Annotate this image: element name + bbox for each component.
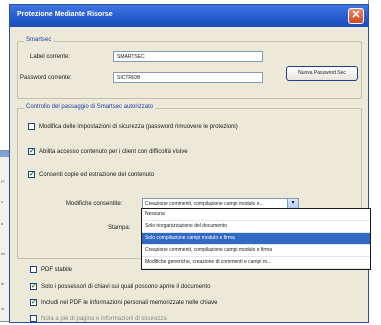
changes-select-value: Creazione commenti, compilazione campi m… — [145, 201, 264, 207]
option-label: Abilita accesso contenuto per i client c… — [39, 148, 188, 155]
option-label: Consenti copie ed estrazione del contenu… — [39, 171, 155, 178]
label-field-label: Label corrente: — [30, 54, 71, 60]
option-label: Modifica delle impostazioni di sicurezza… — [39, 123, 238, 130]
pdf-option[interactable]: ✓ Includi nel PDF le informazioni person… — [30, 299, 217, 306]
option-label: Includi nel PDF le informazioni personal… — [41, 299, 218, 306]
dropdown-option[interactable]: Nessuna — [142, 209, 370, 221]
permission-option[interactable]: ✓ Abilita accesso contenuto per i client… — [28, 148, 188, 155]
checkbox-checked[interactable]: ✓ — [30, 283, 37, 290]
checkbox[interactable] — [28, 123, 35, 130]
option-label: PDF stabile — [41, 266, 73, 273]
dropdown-option[interactable]: Creazione commenti, compilazione campi m… — [142, 245, 370, 257]
pdf-option[interactable]: ✓ Solo i possessori di chiavi sui quali … — [30, 283, 210, 290]
close-button[interactable]: ✕ — [348, 8, 364, 24]
smartsec-group: Smartsec Label corrente: SMARTSEC Passwo… — [17, 37, 362, 99]
new-password-button[interactable]: Nuova Password Sec — [286, 66, 358, 81]
password-label: Password corrente: — [20, 75, 72, 81]
dropdown-option[interactable]: Solo riorganizzazione del documento — [142, 221, 370, 233]
password-input[interactable]: SICTRIDB — [113, 72, 263, 83]
chevron-down-icon[interactable]: ▾ — [287, 199, 298, 208]
option-label: Solo i possessori di chiavi sui quali po… — [41, 283, 211, 290]
changes-label: Modifiche consentite: — [66, 201, 123, 207]
permissions-legend: Controllo del passaggio di Smartsec auto… — [24, 104, 156, 110]
changes-dropdown-list[interactable]: Nessuna Solo riorganizzazione del docume… — [141, 208, 371, 270]
option-label: Nota a piè di pagina e informazioni di s… — [41, 315, 167, 322]
checkbox-checked[interactable]: ✓ — [28, 171, 35, 178]
checkbox-checked[interactable]: ✓ — [28, 148, 35, 155]
pdf-option[interactable]: PDF stabile — [30, 266, 72, 273]
dropdown-option[interactable]: Modifiche generiche, creazione di commen… — [142, 257, 370, 269]
pdf-option[interactable]: Nota a piè di pagina e informazioni di s… — [30, 315, 167, 322]
window-title: Protezione Mediante Risorse — [17, 11, 113, 18]
smartsec-legend: Smartsec — [24, 37, 54, 43]
title-bar[interactable]: Protezione Mediante Risorse ✕ — [10, 5, 368, 27]
dropdown-option-selected[interactable]: Solo compilazione campi modulo e firma — [142, 233, 370, 245]
close-icon: ✕ — [351, 9, 361, 21]
checkbox[interactable] — [30, 266, 37, 273]
label-input[interactable]: SMARTSEC — [113, 51, 263, 62]
checkbox-checked[interactable]: ✓ — [30, 299, 37, 306]
protection-dialog: Protezione Mediante Risorse ✕ Smartsec L… — [9, 4, 371, 323]
permission-option[interactable]: ✓ Consenti copie ed estrazione del conte… — [28, 171, 154, 178]
checkbox[interactable] — [30, 315, 37, 322]
permission-option[interactable]: Modifica delle impostazioni di sicurezza… — [28, 123, 238, 130]
print-label: Stampa: — [108, 225, 131, 231]
